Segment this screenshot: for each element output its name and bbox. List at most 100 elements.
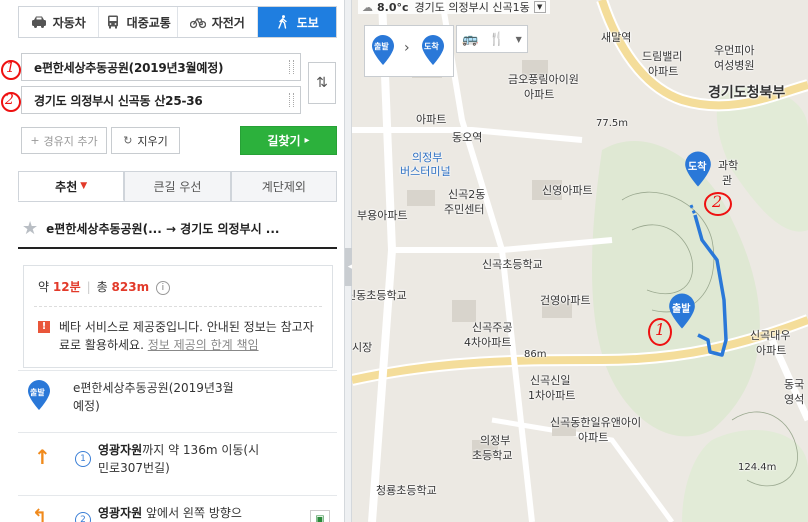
end-tool-label: 도착 xyxy=(424,42,439,51)
step-1-line1: 까지 약 136m 이동(시 xyxy=(142,443,260,457)
step-start-line2: 예정) xyxy=(73,399,100,413)
beta-notice: ! 베타 서비스로 제공중입니다. 안내된 정보는 참고자료로 활용하세요. 정… xyxy=(38,318,323,354)
map-label: 신곡신일 xyxy=(530,374,571,387)
map-label: 금오풍림아이원 xyxy=(508,73,579,86)
map-poi-toolbox: 🚌 🍴 ▼ xyxy=(456,25,528,53)
origin-marker[interactable]: 출발 xyxy=(668,292,696,330)
destination-input[interactable]: 경기도 의정부시 신곡동 산25-36 xyxy=(21,86,301,114)
map-label: 신곡동한일유앤아이 xyxy=(550,416,642,429)
map-label: 신곡주공 xyxy=(472,321,513,334)
divider xyxy=(34,306,322,307)
map-label: 우먼피아 xyxy=(714,44,755,57)
step-2[interactable]: ↰ 2 영광자원 앞에서 왼쪽 방향으 ▣ xyxy=(18,495,337,522)
swap-button[interactable]: ⇅ xyxy=(308,62,336,104)
tab-recommended-label: 추천 xyxy=(55,179,78,194)
destination-value: 경기도 의정부시 신곡동 산25-36 xyxy=(34,93,203,108)
annotation-number-1: 1 xyxy=(6,60,15,76)
mode-transit-tab[interactable]: 대중교통 xyxy=(98,7,178,37)
weather-icon: ☁ xyxy=(362,0,373,14)
disclaimer-link[interactable]: 정보 제공의 한계 책임 xyxy=(148,338,259,352)
end-marker-tool[interactable]: 도착 xyxy=(421,34,445,66)
map-label: 1차아파트 xyxy=(528,389,576,402)
step-start[interactable]: 출발 e편한세상추동공원(2019년3월 예정) xyxy=(18,370,337,431)
travel-distance: 823m xyxy=(111,280,150,294)
step-2-line1: 앞에서 왼쪽 방향으 xyxy=(142,506,242,520)
map-label: 시장 xyxy=(352,341,373,354)
map-label: 의정부 xyxy=(480,434,511,447)
search-route-button[interactable]: 길찾기 ▸ xyxy=(240,126,337,155)
origin-input[interactable]: e편한세상추동공원(2019년3월예정) xyxy=(21,53,301,81)
mode-bicycle-label: 자전거 xyxy=(211,15,245,30)
transport-mode-bar: 자동차 대중교통 자전거 도보 xyxy=(18,6,337,38)
chevron-down-icon[interactable]: ▼ xyxy=(516,35,522,44)
weather-temperature: 8.0°c xyxy=(377,0,409,14)
refresh-icon: ↻ xyxy=(123,134,133,147)
map-label: 77.5m xyxy=(596,118,629,129)
step-2-landmark: 영광자원 xyxy=(98,506,143,520)
tab-no-stairs[interactable]: 계단제외 xyxy=(230,171,337,201)
travel-time: 12분 xyxy=(52,280,81,294)
add-waypoint-label: 경유지 추가 xyxy=(43,134,98,148)
map-label: 동국 xyxy=(784,378,805,391)
start-tool-label: 출발 xyxy=(374,42,389,51)
caret-down-icon: ▼ xyxy=(80,181,88,191)
annotation-number-1: 1 xyxy=(655,320,666,339)
map-label: 4차아파트 xyxy=(464,336,512,349)
map-label: 아파트 xyxy=(648,65,679,78)
annotation-number-2: 2 xyxy=(712,192,723,211)
star-icon[interactable]: ★ xyxy=(22,218,38,239)
tab-main-road[interactable]: 큰길 우선 xyxy=(124,171,231,201)
map-label: 드림밸리 xyxy=(642,50,683,63)
map-label: 86m xyxy=(524,349,547,360)
map-label: 버스터미널 xyxy=(400,165,451,178)
destination-marker[interactable]: 도착 xyxy=(684,150,712,188)
drag-handle-icon[interactable] xyxy=(289,93,294,107)
clear-button[interactable]: ↻ 지우기 xyxy=(111,127,180,154)
mode-car-tab[interactable]: 자동차 xyxy=(19,7,99,37)
step-start-text: e편한세상추동공원(2019년3월 예정) xyxy=(73,379,234,415)
step-1-text: 영광자원까지 약 136m 이동(시 민로307번길) xyxy=(98,441,259,477)
mode-bicycle-tab[interactable]: 자전거 xyxy=(178,7,258,37)
step-1[interactable]: ↑ 1 영광자원까지 약 136m 이동(시 민로307번길) xyxy=(18,432,337,491)
route-panel: 자동차 대중교통 자전거 도보 1 2 e편한세상추동공원(2019년3월예정)… xyxy=(0,0,344,522)
bus-icon xyxy=(107,15,118,29)
destination-marker-label: 도착 xyxy=(688,162,707,173)
route-option-tabs: 추천 ▼ 큰길 우선 계단제외 xyxy=(18,171,337,202)
map-label: 청룡초등학교 xyxy=(376,484,437,497)
map-label: 부용아파트 xyxy=(357,209,408,222)
arrow-up-icon: ↑ xyxy=(34,445,51,469)
mode-walk-tab[interactable]: 도보 xyxy=(257,7,336,37)
map-label: 아파트 xyxy=(578,431,609,444)
map-view[interactable]: ☁ 8.0°c 경기도 의정부시 신곡1동 ▼ 출발 › 도착 🚌 🍴 ▼ 새말… xyxy=(352,0,808,522)
separator: | xyxy=(86,280,91,294)
map-label: 경기도청북부 xyxy=(708,85,786,101)
swap-arrows-icon: ⇅ xyxy=(316,75,328,91)
start-pin-label: 출발 xyxy=(30,388,45,397)
add-waypoint-button[interactable]: + 경유지 추가 xyxy=(21,127,107,154)
map-label: 주민센터 xyxy=(444,203,485,216)
origin-marker-label: 출발 xyxy=(672,304,691,315)
restaurant-icon[interactable]: 🍴 xyxy=(489,32,505,47)
info-icon[interactable]: i xyxy=(155,280,170,295)
map-label: 아파트 xyxy=(756,344,787,357)
drag-handle-icon[interactable] xyxy=(289,60,294,74)
map-label: 124.4m xyxy=(738,462,777,473)
route-title-text: e편한세상추동공원(... → 경기도 의정부시 ... xyxy=(46,221,280,236)
bicycle-icon xyxy=(189,17,206,29)
annotation-number-2: 2 xyxy=(5,92,14,108)
weather-dropdown-icon[interactable]: ▼ xyxy=(533,1,546,13)
bus-icon[interactable]: 🚌 xyxy=(462,32,478,47)
route-summary: 약 12분 | 총 823m i ! 베타 서비스로 제공중입니다. 안내된 정보는… xyxy=(23,265,333,368)
search-route-label: 길찾기 xyxy=(267,134,301,148)
start-end-toolbox: 출발 › 도착 xyxy=(364,25,454,77)
map-label: 관 xyxy=(722,174,733,187)
start-marker-tool[interactable]: 출발 xyxy=(371,34,395,66)
step-1-line2: 민로307번길) xyxy=(98,461,170,475)
route-title: ★ e편한세상추동공원(... → 경기도 의정부시 ... xyxy=(18,209,337,249)
time-distance: 약 12분 | 총 823m i xyxy=(38,278,170,295)
tab-main-road-label: 큰길 우선 xyxy=(153,180,202,194)
tab-no-stairs-label: 계단제외 xyxy=(261,180,306,194)
weather-bar: ☁ 8.0°c 경기도 의정부시 신곡1동 ▼ xyxy=(358,0,550,14)
tab-recommended[interactable]: 추천 ▼ xyxy=(18,171,125,201)
map-label: 건영아파트 xyxy=(540,294,591,307)
